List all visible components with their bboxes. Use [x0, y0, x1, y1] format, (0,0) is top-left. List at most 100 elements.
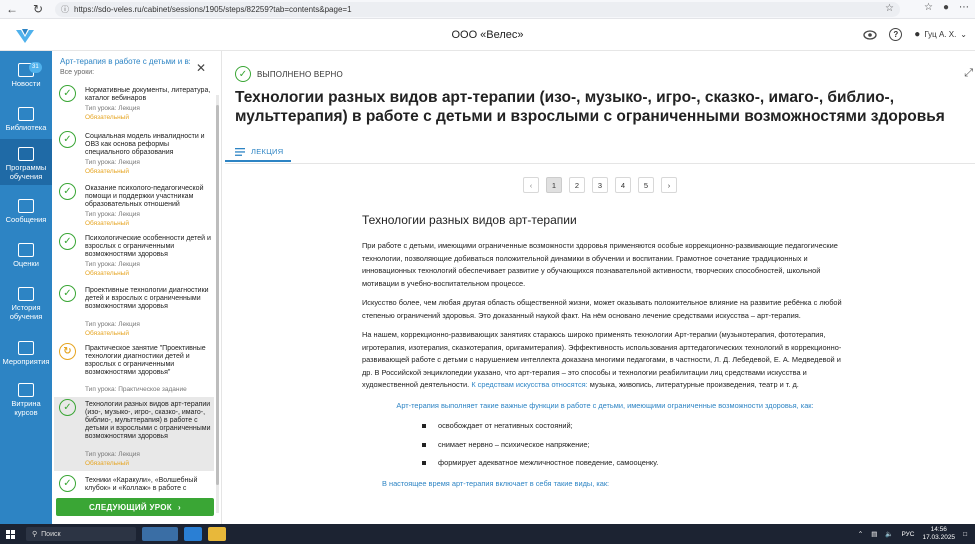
page-3[interactable]: 3 — [592, 177, 608, 193]
nav-item-grades[interactable]: Оценки — [0, 237, 52, 277]
lessons-scrollbar[interactable] — [216, 95, 219, 513]
eye-icon[interactable] — [863, 29, 877, 40]
page-title: Технологии разных видов арт-терапии (изо… — [235, 89, 945, 125]
help-icon[interactable]: ? — [889, 28, 903, 41]
bookmark-star-icon[interactable]: ☆ — [885, 3, 894, 14]
user-icon: ● — [914, 29, 921, 40]
language-indicator[interactable]: РУС — [901, 531, 914, 538]
org-name: ООО «Велес» — [451, 29, 524, 41]
lesson-title: Проективные технологии диагностики детей… — [85, 287, 209, 310]
browser-toolbar: ← ↻ ⓘ https://sdo-veles.ru/cabinet/sessi… — [0, 0, 975, 19]
lesson-title: Нормативные документы, литература, катал… — [85, 87, 211, 102]
nav-item-messages[interactable]: Сообщения — [0, 193, 52, 233]
page-5[interactable]: 5 — [638, 177, 654, 193]
lesson-item[interactable]: ✓ Психологические особенности детей и вз… — [54, 231, 214, 283]
check-icon: ✓ — [59, 131, 76, 148]
lesson-item-current[interactable]: ✓ Технологии разных видов арт-терапии (и… — [54, 397, 214, 471]
notifications-icon[interactable]: □ — [963, 531, 967, 538]
user-menu[interactable]: ● Гуц А. Х. ⌄ — [914, 29, 967, 40]
page-1[interactable]: 1 — [546, 177, 562, 193]
lesson-item[interactable]: ✓ Социальная модель инвалидности и ОВЗ к… — [54, 129, 214, 181]
profile-icon[interactable]: ● — [943, 2, 949, 13]
functions-title: Арт-терапия выполняет такие важные функц… — [396, 400, 814, 410]
nav-label: Программы обучения — [5, 163, 47, 181]
lesson-required: Обязательный — [85, 460, 129, 467]
nav-item-catalog[interactable]: Витрина курсов — [0, 377, 52, 423]
expand-icon[interactable]: ⤢ — [964, 67, 973, 80]
lesson-item[interactable]: ↻ Практическое занятие "Проективные техн… — [54, 341, 214, 395]
lesson-required: Обязательный — [85, 330, 129, 337]
nav-item-events[interactable]: Мероприятия — [0, 335, 52, 375]
taskbar-app-icon[interactable] — [142, 527, 178, 541]
file-explorer-icon[interactable] — [208, 527, 226, 541]
edge-browser-icon[interactable] — [184, 527, 202, 541]
lesson-type: Тип урока: Лекция — [85, 159, 140, 166]
list-item: освобождает от негативных состояний; — [422, 420, 848, 433]
favorites-icon[interactable]: ☆ — [924, 2, 933, 13]
types-title: В настоящее время арт-терапия включает в… — [382, 478, 610, 488]
lesson-title: Практическое занятие "Проективные технол… — [85, 345, 206, 376]
nav-label: Библиотека — [5, 123, 47, 132]
clock[interactable]: 14:56 17.03.2025 — [923, 526, 956, 542]
next-page-icon[interactable]: › — [661, 177, 677, 193]
lesson-type: Тип урока: Лекция — [85, 105, 140, 112]
lessons-panel: Арт-терапия в работе с детьми и взр... В… — [52, 51, 222, 524]
user-name: Гуц А. Х. — [924, 30, 957, 39]
programs-icon — [18, 147, 34, 161]
lesson-type: Тип урока: Лекция — [85, 451, 140, 458]
course-title[interactable]: Арт-терапия в работе с детьми и взр... — [60, 57, 190, 66]
library-icon — [18, 107, 34, 121]
lesson-required: Обязательный — [85, 270, 129, 277]
lesson-item[interactable]: ✓ Нормативные документы, литература, кат… — [54, 83, 214, 131]
lessons-list[interactable]: ✓ Нормативные документы, литература, кат… — [54, 83, 216, 500]
nav-item-history[interactable]: История обучения — [0, 281, 52, 327]
lesson-title: Оказание психолого-педагогической помощи… — [85, 185, 204, 208]
page-4[interactable]: 4 — [615, 177, 631, 193]
back-icon[interactable]: ← — [4, 1, 20, 17]
address-bar[interactable]: ⓘ https://sdo-veles.ru/cabinet/sessions/… — [55, 2, 900, 17]
paragraph: При работе с детьми, имеющими ограниченн… — [362, 241, 838, 288]
events-icon — [18, 341, 34, 355]
reload-icon[interactable]: ↻ — [30, 1, 46, 17]
windows-start-icon[interactable] — [2, 524, 18, 544]
nav-label: История обучения — [9, 303, 43, 321]
next-lesson-label: СЛЕДУЮЩИЙ УРОК — [89, 502, 172, 512]
prev-page-icon[interactable]: ‹ — [523, 177, 539, 193]
lesson-title: Социальная модель инвалидности и ОВЗ как… — [85, 133, 205, 156]
lesson-item[interactable]: ✓ Техники «Каракули», «Волшебный клубок»… — [54, 473, 214, 500]
taskbar-search[interactable]: ⚲ Поиск — [26, 527, 136, 541]
menu-icon[interactable]: ⋯ — [959, 2, 969, 13]
check-icon: ✓ — [59, 233, 76, 250]
nav-item-news[interactable]: 31 Новости — [0, 57, 52, 97]
lesson-title: Технологии разных видов арт-терапии (изо… — [85, 401, 211, 440]
lesson-required: Обязательный — [85, 220, 129, 227]
volume-icon[interactable]: 🔈 — [885, 530, 893, 538]
nav-label: Сообщения — [5, 215, 47, 224]
tray-chevron-up-icon[interactable]: ⌃ — [858, 530, 863, 538]
lesson-item[interactable]: ✓ Проективные технологии диагностики дет… — [54, 283, 214, 341]
close-icon[interactable]: ✕ — [196, 61, 206, 75]
check-icon: ✓ — [59, 183, 76, 200]
left-nav: 31 Новости Библиотека Программы обучения… — [0, 51, 52, 524]
check-icon: ✓ — [59, 475, 76, 492]
network-icon[interactable]: ▤ — [871, 530, 877, 538]
nav-item-programs[interactable]: Программы обучения — [0, 139, 52, 185]
paragraph-highlight: К средствам искусства относятся: — [471, 380, 588, 389]
lesson-item[interactable]: ✓ Оказание психолого-педагогической помо… — [54, 181, 214, 231]
main-content: ✓ ВЫПОЛНЕНО ВЕРНО ⤢ Технологии разных ви… — [225, 51, 975, 524]
lesson-required: Обязательный — [85, 114, 129, 121]
grades-icon — [18, 243, 34, 257]
functions-list: освобождает от негативных состояний; сни… — [422, 420, 848, 470]
tab-lecture[interactable]: ЛЕКЦИЯ — [235, 147, 283, 156]
os-taskbar: ⚲ Поиск ⌃ ▤ 🔈 РУС 14:56 17.03.2025 □ — [0, 524, 975, 544]
nav-item-library[interactable]: Библиотека — [0, 101, 52, 141]
site-info-icon[interactable]: ⓘ — [61, 4, 69, 15]
page-2[interactable]: 2 — [569, 177, 585, 193]
nav-label: Новости — [11, 79, 41, 88]
status-text: ВЫПОЛНЕНО ВЕРНО — [257, 69, 343, 79]
time: 14:56 — [930, 526, 947, 533]
pending-icon: ↻ — [59, 343, 76, 360]
date: 17.03.2025 — [922, 534, 956, 541]
next-lesson-button[interactable]: СЛЕДУЮЩИЙ УРОК › — [56, 498, 214, 516]
pagination: ‹ 1 2 3 4 5 › — [523, 177, 677, 193]
